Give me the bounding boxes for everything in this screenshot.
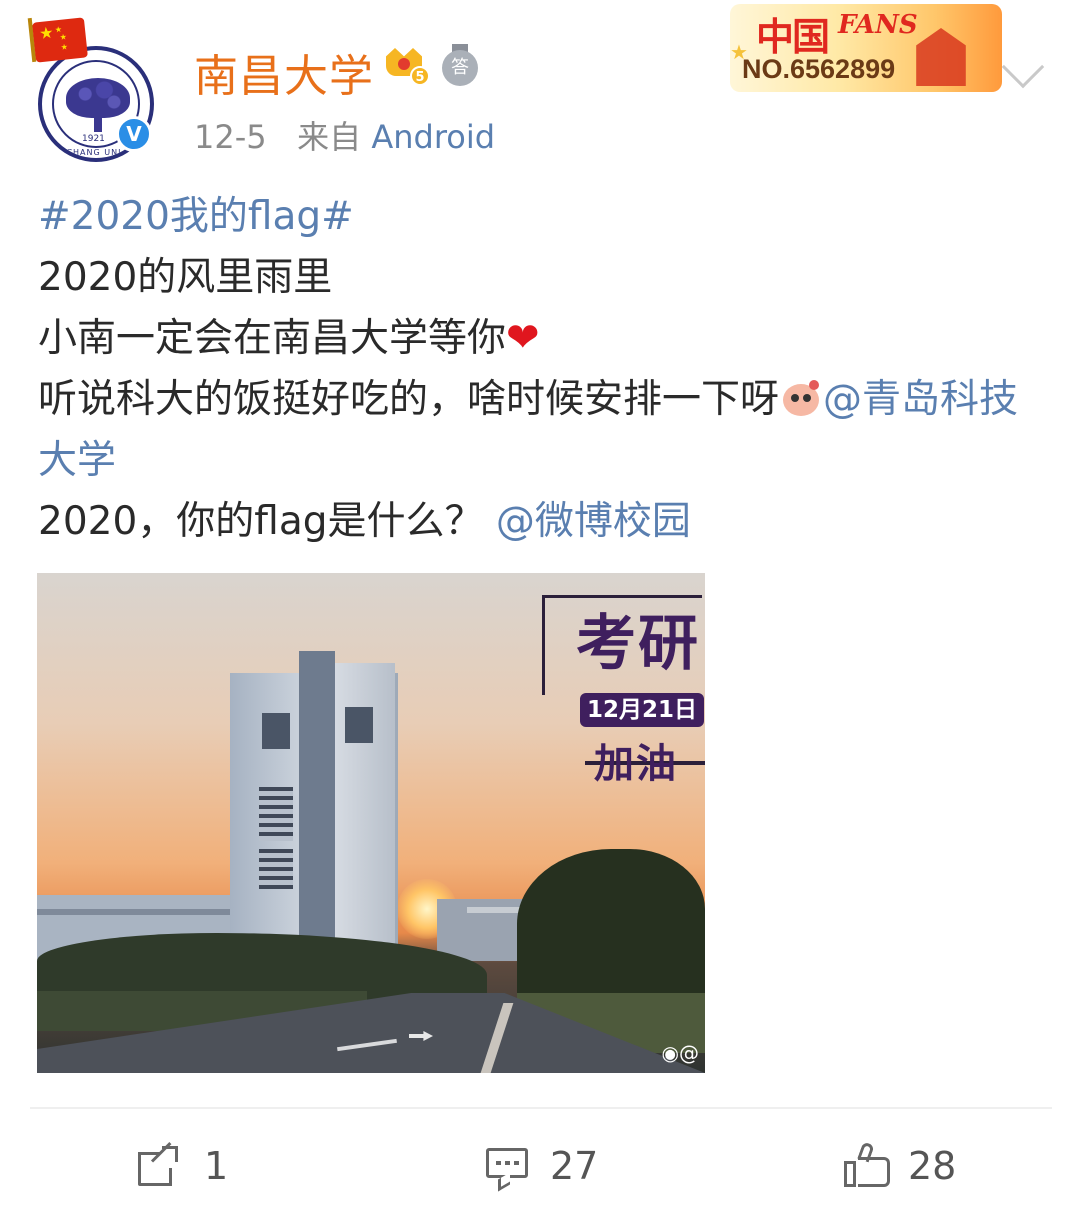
pig-emoji-icon: [779, 380, 823, 418]
chevron-down-icon[interactable]: [1001, 45, 1045, 89]
tower-window: [345, 707, 373, 743]
divider: [30, 1107, 1052, 1109]
repost-icon: [138, 1142, 180, 1186]
seal-year: 1921: [82, 134, 105, 144]
flag-star-small: ★: [60, 42, 69, 52]
exam-cheer: 加油: [594, 741, 678, 787]
like-count: 28: [908, 1144, 957, 1188]
like-button[interactable]: 28: [844, 1138, 956, 1194]
seal-ring-text: NANCHANG UNI: [46, 148, 122, 157]
flag-star: ★: [38, 22, 55, 44]
post-meta: 12-5 来自 Android: [194, 112, 495, 158]
fans-badge-en: FANS: [838, 10, 918, 40]
exam-date: 12月21日: [580, 693, 704, 727]
post-image[interactable]: 考研 12月21日 加油 ◉@: [37, 573, 705, 1073]
content-line-3: 听说科大的饭挺好吃的，啥时候安排一下呀: [38, 377, 780, 422]
member-level: 5: [410, 66, 430, 86]
medal-glyph: 答: [442, 50, 478, 86]
content-line-2: 小南一定会在南昌大学等你: [38, 316, 507, 361]
comment-count: 27: [550, 1144, 599, 1188]
watermark-text: @: [679, 1041, 699, 1065]
repost-count: 1: [204, 1144, 229, 1188]
content-line-4: 2020，你的flag是什么？: [38, 499, 484, 544]
avatar[interactable]: 1921 NANCHANG UNI ★ ★ ★ ★ V: [27, 17, 160, 162]
fans-badge-number: NO.6562899: [742, 54, 896, 84]
weibo-watermark: ◉@: [662, 1041, 699, 1065]
thumbs-up-icon: [844, 1141, 892, 1189]
crown-gem: [398, 58, 410, 70]
post-source[interactable]: Android: [371, 118, 495, 156]
comment-icon: [486, 1146, 530, 1192]
weibo-post: 1921 NANCHANG UNI ★ ★ ★ ★ V 南昌大学 5 答 12-…: [0, 0, 1080, 1216]
tower-window-grid: [259, 787, 293, 841]
trees-right: [517, 849, 705, 999]
fans-badge-cn: 中国: [756, 14, 830, 59]
hashtag-link[interactable]: #2020我的flag#: [38, 194, 354, 239]
library-tower-center: [299, 651, 335, 957]
china-flag-icon: ★ ★ ★ ★: [32, 17, 88, 63]
repost-button[interactable]: 1: [138, 1138, 228, 1194]
post-date: 12-5: [194, 118, 267, 156]
comment-button[interactable]: 27: [486, 1138, 598, 1194]
tree-trunk: [94, 112, 102, 132]
tower-window-grid: [259, 849, 293, 889]
mention-weibo-campus[interactable]: @微博校园: [496, 499, 691, 544]
member-crown-icon[interactable]: 5: [386, 44, 430, 86]
verified-icon: V: [116, 116, 152, 152]
exam-overlay: 考研 12月21日 加油: [542, 595, 705, 787]
tiananmen-icon: [916, 28, 966, 86]
medal-icon[interactable]: 答: [440, 44, 480, 86]
heart-icon: ❤: [506, 315, 540, 361]
weibo-logo-icon: ◉: [661, 1041, 679, 1065]
source-prefix: 来自: [297, 118, 362, 156]
tower-window: [262, 713, 290, 749]
china-fans-badge[interactable]: ★ 中国 FANS NO.6562899: [730, 4, 1002, 92]
exam-title: 考研: [576, 609, 700, 679]
content-line-1: 2020的风里雨里: [38, 255, 333, 300]
post-content: #2020我的flag# 2020的风里雨里 小南一定会在南昌大学等你❤ 听说科…: [38, 186, 1038, 552]
author-name[interactable]: 南昌大学: [194, 40, 374, 104]
